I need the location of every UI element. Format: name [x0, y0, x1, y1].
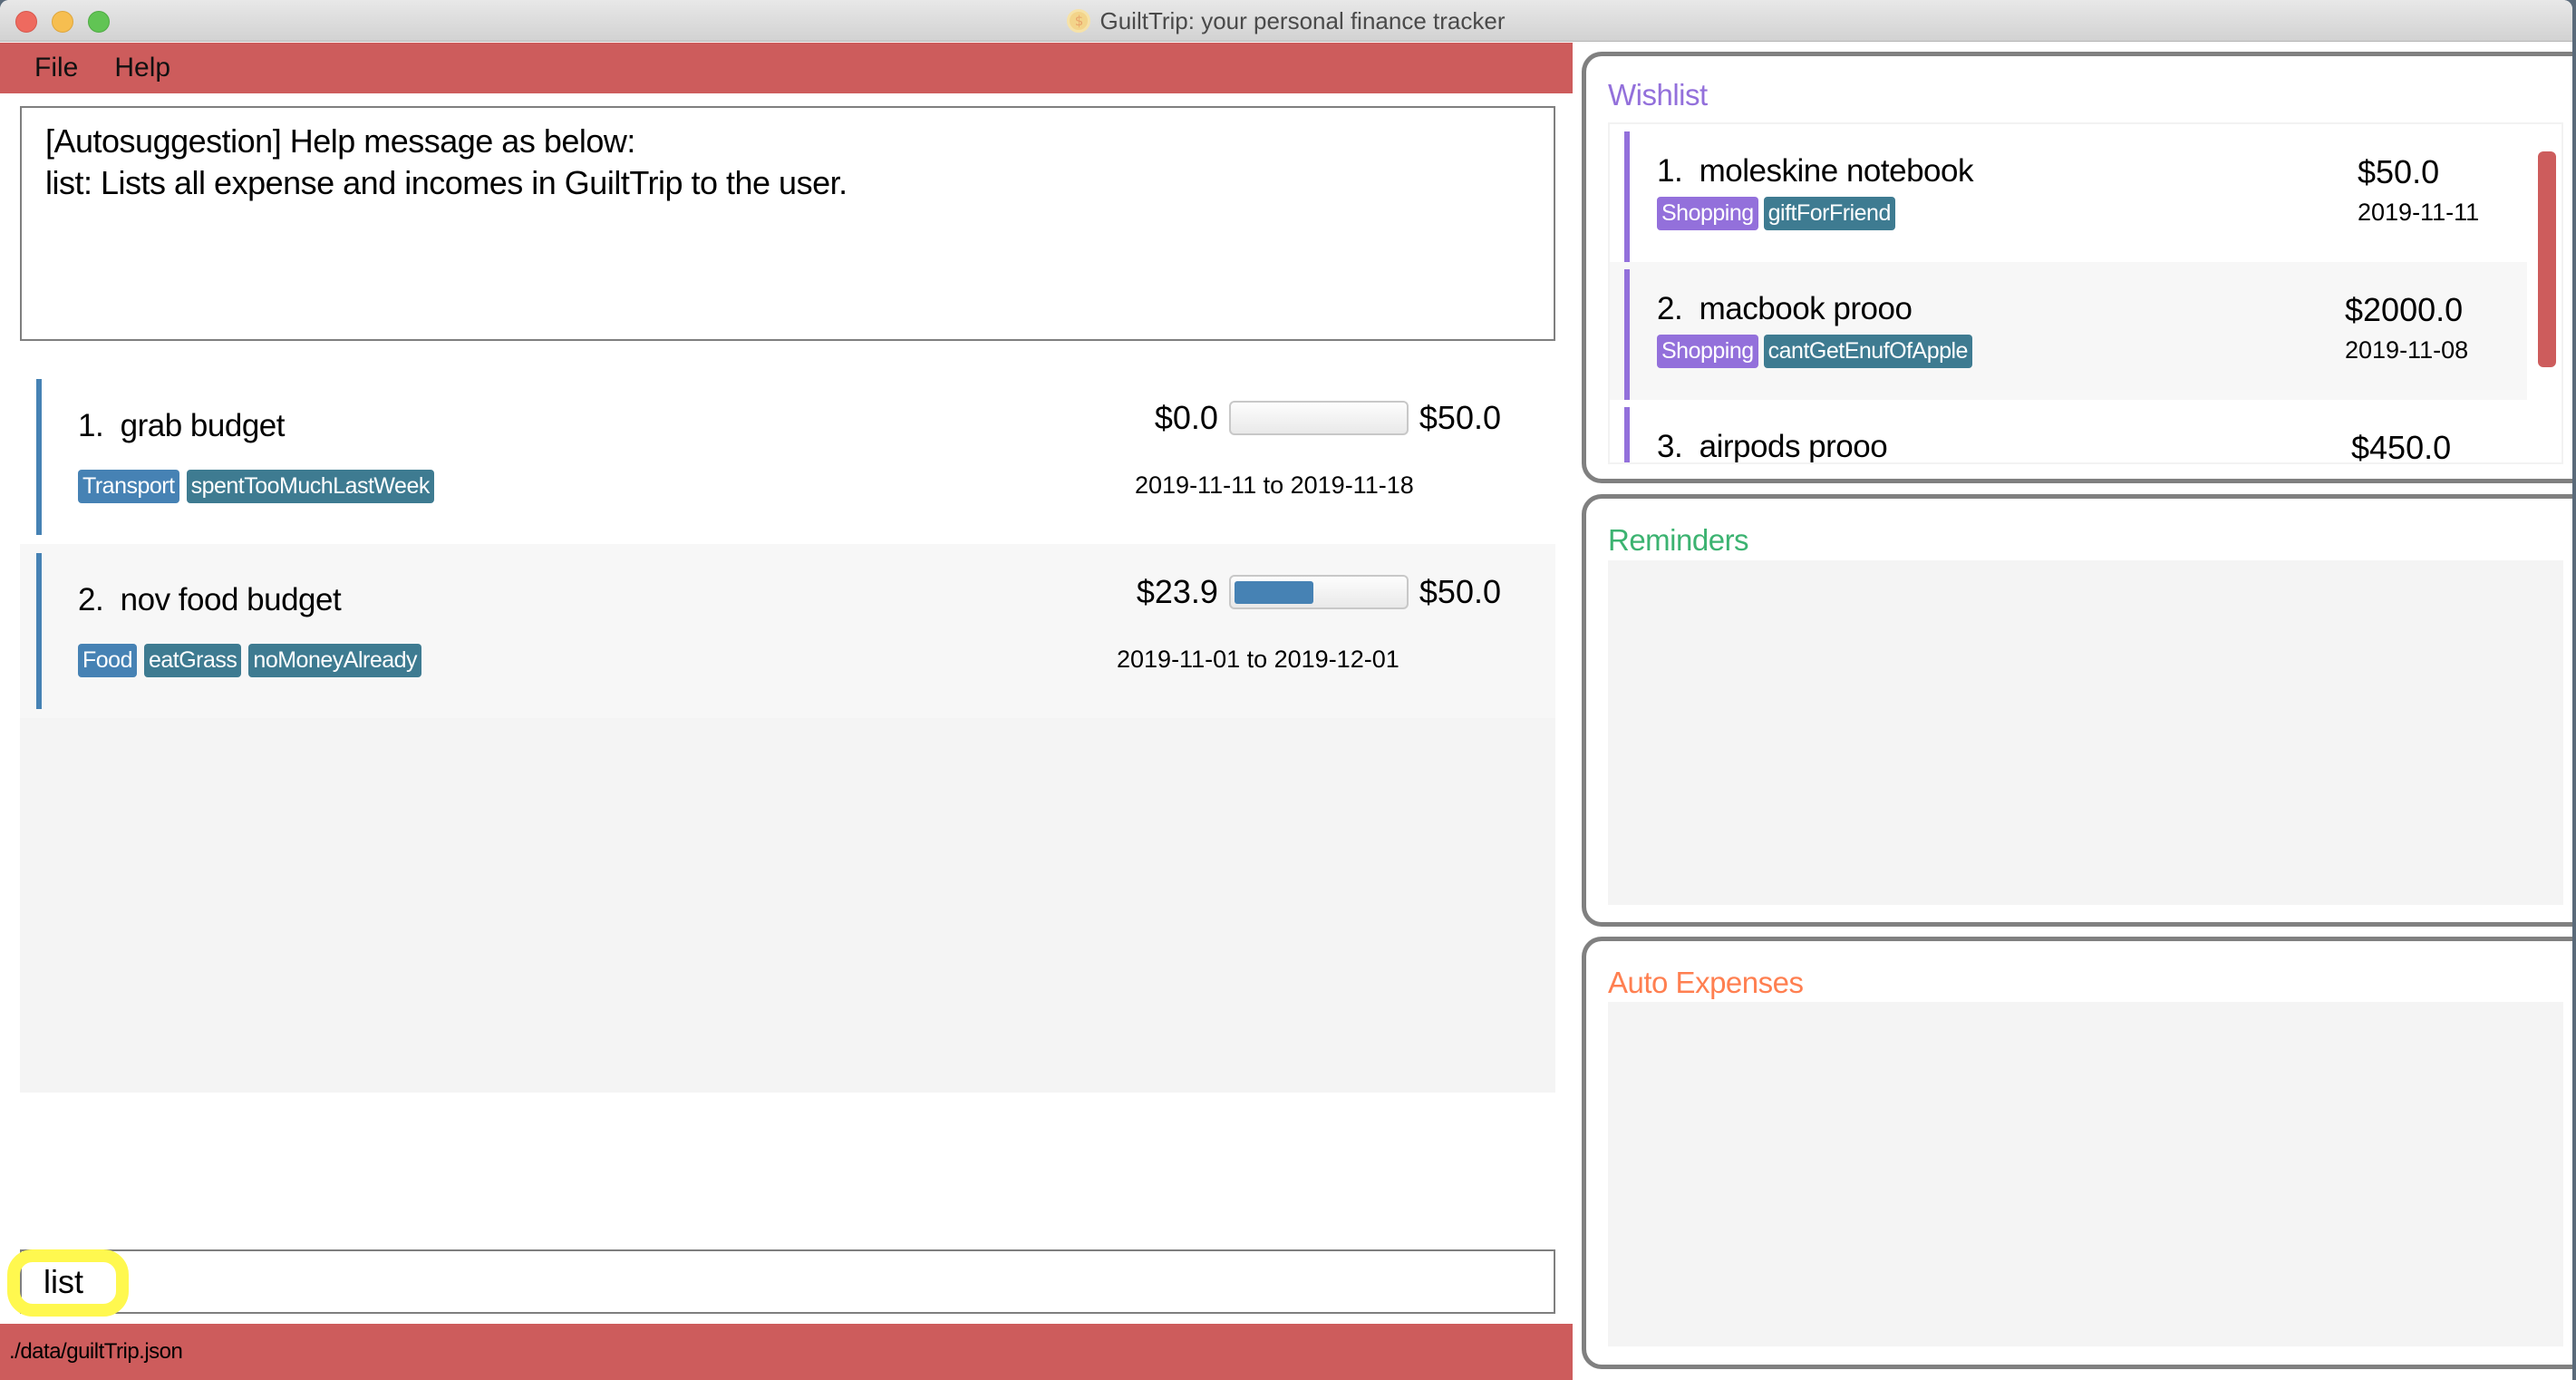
- wish-amount: $450.0: [2351, 429, 2452, 464]
- budget-card[interactable]: 1. grab budget Transport spentTooMuchLas…: [20, 370, 1555, 544]
- budget-list: 1. grab budget Transport spentTooMuchLas…: [20, 370, 1555, 1093]
- budget-period: 2019-11-01 to 2019-12-01: [1117, 646, 1399, 673]
- coin-icon: $: [1067, 9, 1091, 33]
- budget-amounts: $23.9 $50.0: [1137, 573, 1501, 611]
- card-accent-bar: [36, 553, 42, 709]
- menu-bar: File Help: [0, 43, 1573, 93]
- window-title: GuiltTrip: your personal finance tracker: [1099, 6, 1506, 34]
- budget-total: $50.0: [1419, 399, 1501, 436]
- menu-file[interactable]: File: [34, 53, 78, 83]
- result-line-2: list: Lists all expense and incomes in G…: [45, 164, 847, 201]
- wish-name: moleskine notebook: [1699, 153, 1974, 189]
- reminders-panel: Reminders: [1582, 494, 2572, 927]
- budget-index: 1.: [78, 408, 104, 443]
- category-tag: Shopping: [1657, 335, 1758, 368]
- budget-spent: $23.9: [1136, 573, 1218, 610]
- budget-spent: $0.0: [1154, 399, 1218, 436]
- tag: noMoneyAlready: [248, 644, 422, 677]
- command-input[interactable]: [44, 1260, 1530, 1304]
- category-tag: Food: [78, 644, 137, 677]
- budget-name: nov food budget: [120, 582, 342, 617]
- wish-index: 3.: [1657, 429, 1683, 464]
- wish-name: airpods prooo: [1699, 429, 1888, 464]
- wishlist-list: 1. moleskine notebook Shopping giftForFr…: [1608, 122, 2563, 464]
- wishlist-scrollbar[interactable]: [2538, 151, 2556, 367]
- card-accent-bar: [1624, 131, 1630, 262]
- budget-progress-bar: [1228, 401, 1409, 435]
- wish-title: 2. macbook prooo: [1657, 291, 1913, 327]
- title-bar: $ GuiltTrip: your personal finance track…: [0, 0, 2572, 42]
- result-display: [Autosuggestion] Help message as below: …: [20, 106, 1555, 341]
- wish-amount: $50.0: [2358, 153, 2440, 190]
- tag: giftForFriend: [1763, 197, 1895, 230]
- auto-expenses-panel: Auto Expenses: [1582, 937, 2572, 1369]
- budget-name: grab budget: [120, 408, 286, 443]
- result-line-1: [Autosuggestion] Help message as below:: [45, 122, 635, 160]
- status-bar: ./data/guiltTrip.json: [0, 1324, 1573, 1380]
- wishlist-panel: Wishlist 1. moleskine notebook Shopping …: [1582, 52, 2572, 483]
- auto-expenses-list: [1608, 1002, 2563, 1346]
- budget-progress-fill: [1234, 581, 1313, 604]
- wish-amount: $2000.0: [2345, 291, 2464, 328]
- budget-total: $50.0: [1419, 573, 1501, 610]
- auto-expenses-title: Auto Expenses: [1608, 966, 1804, 999]
- card-accent-bar: [36, 379, 42, 535]
- budget-card[interactable]: 2. nov food budget Food eatGrass noMoney…: [20, 544, 1555, 718]
- tag: eatGrass: [143, 644, 242, 677]
- wish-tags: Shopping giftForFriend: [1657, 197, 1895, 230]
- wish-name: macbook prooo: [1699, 291, 1913, 326]
- card-accent-bar: [1624, 407, 1630, 462]
- tag: cantGetEnufOfApple: [1763, 335, 1972, 368]
- wish-card[interactable]: 1. moleskine notebook Shopping giftForFr…: [1610, 124, 2527, 262]
- wish-index: 2.: [1657, 291, 1683, 326]
- wish-date: 2019-11-08: [2345, 336, 2469, 364]
- budget-tags: Transport spentTooMuchLastWeek: [78, 470, 434, 503]
- budget-amounts: $0.0 $50.0: [1155, 399, 1501, 437]
- wish-card[interactable]: 3. airpods prooo $450.0: [1610, 400, 2527, 464]
- card-accent-bar: [1624, 269, 1630, 400]
- budget-title: 1. grab budget: [78, 408, 285, 444]
- save-file-path: ./data/guiltTrip.json: [9, 1339, 183, 1364]
- wish-date: 2019-11-11: [2358, 199, 2480, 226]
- budget-period: 2019-11-11 to 2019-11-18: [1135, 471, 1414, 499]
- budget-title: 2. nov food budget: [78, 582, 342, 618]
- menu-help[interactable]: Help: [114, 53, 170, 83]
- budget-index: 2.: [78, 582, 104, 617]
- command-box: [20, 1249, 1555, 1314]
- wish-title: 3. airpods prooo: [1657, 429, 1888, 464]
- reminders-title: Reminders: [1608, 523, 1749, 557]
- category-tag: Transport: [78, 470, 179, 503]
- wish-card[interactable]: 2. macbook prooo Shopping cantGetEnufOfA…: [1610, 262, 2527, 400]
- budget-progress-bar: [1228, 575, 1409, 609]
- wish-index: 1.: [1657, 153, 1683, 189]
- wish-title: 1. moleskine notebook: [1657, 153, 1973, 190]
- tag: spentTooMuchLastWeek: [186, 470, 434, 503]
- wishlist-title: Wishlist: [1608, 78, 1708, 112]
- wish-tags: Shopping cantGetEnufOfApple: [1657, 335, 1972, 368]
- reminders-list: [1608, 560, 2563, 905]
- category-tag: Shopping: [1657, 197, 1758, 230]
- app-window: $ GuiltTrip: your personal finance track…: [0, 0, 2572, 1380]
- budget-tags: Food eatGrass noMoneyAlready: [78, 644, 422, 677]
